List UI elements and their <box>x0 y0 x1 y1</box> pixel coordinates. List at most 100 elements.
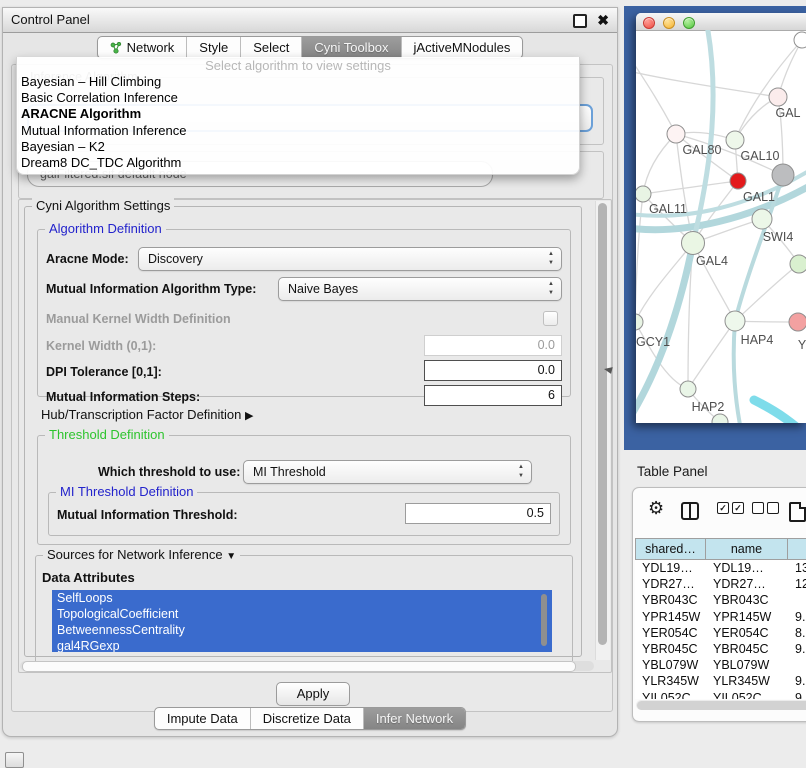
network-edge[interactable] <box>643 181 738 194</box>
select-all-checkboxes-icon[interactable]: ✓✓ <box>717 502 744 514</box>
tab-impute-data[interactable]: Impute Data <box>155 708 250 729</box>
table-cell: YBR045C <box>706 641 788 657</box>
tab-cyni-toolbox[interactable]: Cyni Toolbox <box>301 37 400 58</box>
close-icon[interactable]: ✖ <box>597 9 609 31</box>
tab-network[interactable]: Network <box>98 37 187 58</box>
column-split-icon[interactable] <box>681 502 699 520</box>
table-cell: 12 <box>788 576 806 592</box>
dropdown-option-dream8-dc-tdc-algorithm[interactable]: Dream8 DC_TDC Algorithm <box>17 155 579 171</box>
gear-icon[interactable]: ⚙ <box>648 499 664 517</box>
dropdown-option-bayesian-hill-climbing[interactable]: Bayesian – Hill Climbing <box>17 74 579 90</box>
attribute-item-gal4rgexp[interactable]: gal4RGexp <box>52 638 552 652</box>
close-traffic-light-icon[interactable] <box>643 17 655 29</box>
node-label-gcy1: GCY1 <box>636 335 670 349</box>
manual-kernel-checkbox[interactable] <box>543 311 558 326</box>
network-node-hap4[interactable] <box>725 311 745 331</box>
scrollbar-thumb[interactable] <box>598 203 607 645</box>
network-node[interactable] <box>712 414 728 423</box>
table-panel: ⚙ ✓✓ shared…nameA YDL19…YDL19…13YDR27…YD… <box>632 487 806 722</box>
which-threshold-combo[interactable]: MI Threshold ▲▼ <box>243 460 532 484</box>
hub-definition-expander[interactable]: Hub/Transcription Factor Definition ▶ <box>41 407 253 422</box>
attribute-item-topologicalcoefficient[interactable]: TopologicalCoefficient <box>52 606 552 622</box>
network-node-swi4[interactable] <box>752 209 772 229</box>
dropdown-option-basic-correlation-inference[interactable]: Basic Correlation Inference <box>17 90 579 106</box>
vertical-scrollbar[interactable] <box>595 201 610 660</box>
tab-select[interactable]: Select <box>240 37 301 58</box>
table-row[interactable]: YDR27…YDR27…12 <box>635 576 806 592</box>
network-edge-highlighted[interactable] <box>754 400 806 423</box>
list-scrollbar[interactable] <box>541 594 547 646</box>
table-row[interactable]: YBR043CYBR043C <box>635 592 806 608</box>
network-node-y[interactable] <box>789 313 806 331</box>
table-cell <box>788 592 806 608</box>
network-node-gal11[interactable] <box>636 186 651 202</box>
network-node-gal10[interactable] <box>726 131 744 149</box>
table-row[interactable]: YBR045CYBR045C9. <box>635 641 806 657</box>
tab-discretize-data[interactable]: Discretize Data <box>250 708 363 729</box>
network-edge[interactable] <box>636 70 778 97</box>
table-row[interactable]: YDL19…YDL19…13 <box>635 560 806 576</box>
apply-button[interactable]: Apply <box>276 682 350 706</box>
table-row[interactable]: YIL052CYIL052C9 <box>635 690 806 700</box>
table-row[interactable]: YPR145WYPR145W9. <box>635 609 806 625</box>
zoom-traffic-light-icon[interactable] <box>683 17 695 29</box>
table-cell: 8. <box>788 625 806 641</box>
tab-infer-network[interactable]: Infer Network <box>363 708 465 729</box>
network-node-hap2[interactable] <box>680 381 696 397</box>
table-cell: 9. <box>788 609 806 625</box>
minimize-traffic-light-icon[interactable] <box>663 17 675 29</box>
network-edge[interactable] <box>643 134 676 194</box>
dpi-tolerance-field[interactable]: 0.0 <box>424 360 562 381</box>
network-node[interactable] <box>794 32 806 48</box>
column-header-name[interactable]: name <box>706 538 788 560</box>
network-node-gcy1[interactable] <box>636 314 643 330</box>
mi-threshold-field[interactable]: 0.5 <box>405 503 551 524</box>
scrollbar-thumb[interactable] <box>637 701 806 710</box>
mi-steps-field[interactable]: 6 <box>424 385 562 406</box>
data-attributes-list[interactable]: SelfLoopsTopologicalCoefficientBetweenne… <box>52 590 552 652</box>
attribute-item-selfloops[interactable]: SelfLoops <box>52 590 552 606</box>
horizontal-scrollbar[interactable] <box>20 661 594 671</box>
panel-title: Control Panel <box>11 8 90 32</box>
mi-type-combo[interactable]: Naive Bayes ▲▼ <box>278 277 562 301</box>
corner-grip[interactable] <box>5 752 24 768</box>
table-cell: YLR345W <box>635 673 706 689</box>
table-row[interactable]: YER054CYER054C8. <box>635 625 806 641</box>
network-canvas[interactable]: GALGAL80GAL10GAL1GAL11SWI4GAL4GCY1HAP4YH… <box>636 30 806 423</box>
table-cell: YDR27… <box>706 576 788 592</box>
network-node-gal[interactable] <box>769 88 787 106</box>
tab-jactivemnodules[interactable]: jActiveMNodules <box>401 37 523 58</box>
network-node-gal4[interactable] <box>682 232 705 255</box>
table-cell: YIL052C <box>706 690 788 700</box>
table-row[interactable]: YLR345WYLR345W9. <box>635 673 806 689</box>
network-edge[interactable] <box>636 48 676 134</box>
column-header-a[interactable]: A <box>788 538 806 560</box>
network-node[interactable] <box>790 255 806 273</box>
combo-arrows-icon: ▲▼ <box>548 250 554 268</box>
dropdown-option-bayesian-k2[interactable]: Bayesian – K2 <box>17 139 579 155</box>
dropdown-option-mutual-information-inference[interactable]: Mutual Information Inference <box>17 123 579 139</box>
network-node[interactable] <box>772 164 794 186</box>
deselect-all-checkboxes-icon[interactable] <box>752 502 779 514</box>
table-row[interactable]: YBL079WYBL079W <box>635 657 806 673</box>
network-edge[interactable] <box>688 321 735 389</box>
tab-label: Infer Network <box>376 708 453 729</box>
float-window-icon[interactable] <box>573 14 587 28</box>
tab-style[interactable]: Style <box>186 37 240 58</box>
kernel-width-field[interactable]: 0.0 <box>424 335 562 356</box>
dropdown-option-aracne-algorithm[interactable]: ARACNE Algorithm <box>17 106 579 122</box>
scrollbar-thumb[interactable] <box>22 661 576 672</box>
network-node-gal1[interactable] <box>730 173 746 189</box>
document-icon[interactable] <box>789 502 806 522</box>
node-label-gal4: GAL4 <box>696 254 728 268</box>
table-cell: YDL19… <box>706 560 788 576</box>
tab-label: Select <box>253 37 289 58</box>
aracne-mode-combo[interactable]: Discovery ▲▼ <box>138 247 562 271</box>
attribute-item-betweennesscentrality[interactable]: BetweennessCentrality <box>52 622 552 638</box>
column-header-shared[interactable]: shared… <box>635 538 706 560</box>
table-horizontal-scrollbar[interactable] <box>636 700 806 710</box>
node-label-hap4: HAP4 <box>741 333 774 347</box>
table-cell: YDR27… <box>635 576 706 592</box>
network-node-gal80[interactable] <box>667 125 685 143</box>
tab-label: Impute Data <box>167 708 238 729</box>
